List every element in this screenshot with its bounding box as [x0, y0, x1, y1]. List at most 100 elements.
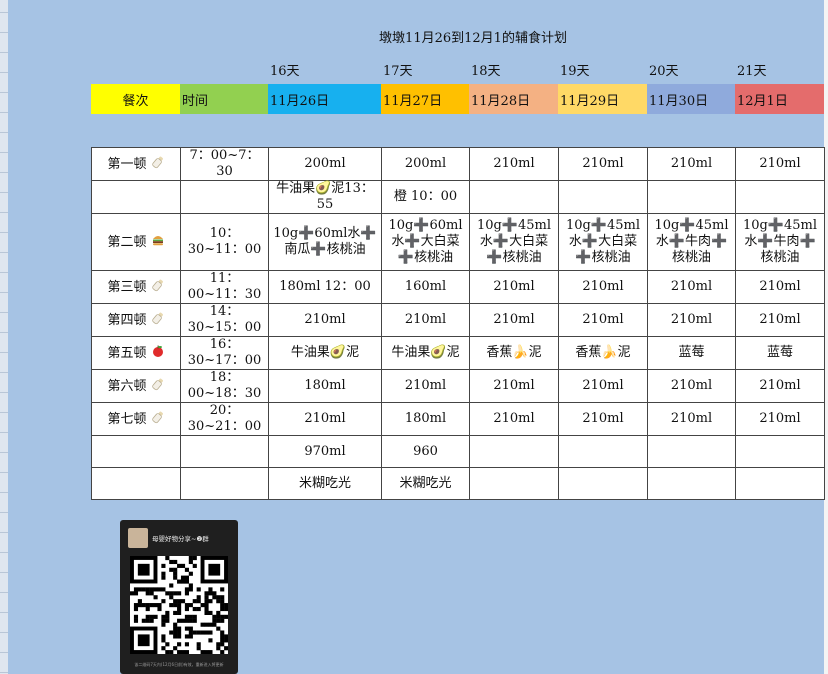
plan-cell[interactable]: 210ml — [558, 303, 648, 337]
plan-cell[interactable]: 210ml — [735, 303, 825, 337]
plan-cell[interactable]: 210ml — [735, 147, 825, 181]
plan-cell[interactable]: 10g➕45ml水➕牛肉➕核桃油 — [735, 213, 825, 271]
plan-cell[interactable]: 210ml — [558, 369, 648, 403]
time-cell[interactable]: 10：30~11：00 — [180, 213, 269, 271]
plan-cell[interactable] — [647, 435, 736, 468]
day-count-5: 20天 — [649, 64, 679, 79]
meal-cell[interactable]: 第二顿 — [91, 213, 181, 271]
plan-cell[interactable] — [469, 467, 559, 500]
plan-cell[interactable]: 米糊吃光 — [381, 467, 470, 500]
plan-cell[interactable]: 210ml — [469, 147, 559, 181]
burger-icon — [151, 233, 165, 252]
plan-cell[interactable] — [735, 180, 825, 214]
plan-cell[interactable]: 210ml — [268, 303, 382, 337]
meal-cell[interactable]: 第七顿 — [91, 402, 181, 436]
meal-cell[interactable]: 第一顿 — [91, 147, 181, 181]
group-avatar — [128, 528, 148, 548]
group-name: 母婴好物分享~❷群 — [152, 535, 209, 543]
plan-cell[interactable]: 180ml — [268, 369, 382, 403]
time-cell[interactable]: 11：00~11：30 — [180, 270, 269, 304]
plan-cell[interactable]: 180ml — [381, 402, 470, 436]
meal-cell[interactable] — [91, 467, 181, 500]
time-cell[interactable] — [180, 180, 269, 214]
time-cell[interactable] — [180, 467, 269, 500]
plan-cell[interactable]: 香蕉🍌泥 — [558, 336, 648, 370]
plan-cell[interactable]: 10g➕60ml水➕南瓜➕核桃油 — [268, 213, 382, 271]
plan-cell[interactable]: 10g➕60ml水➕大白菜➕核桃油 — [381, 213, 470, 271]
plan-cell[interactable]: 210ml — [647, 369, 736, 403]
plan-cell[interactable]: 960 — [381, 435, 470, 468]
plan-cell[interactable]: 210ml — [381, 369, 470, 403]
plan-cell[interactable]: 210ml — [735, 369, 825, 403]
plan-cell[interactable]: 160ml — [381, 270, 470, 304]
plan-cell[interactable] — [558, 180, 648, 214]
meal-cell[interactable]: 第五顿 — [91, 336, 181, 370]
time-cell[interactable] — [180, 435, 269, 468]
plan-cell[interactable]: 210ml — [381, 303, 470, 337]
plan-cell[interactable] — [558, 467, 648, 500]
plan-cell[interactable]: 210ml — [558, 147, 648, 181]
plan-cell[interactable]: 牛油果🥑泥 — [381, 336, 470, 370]
header-date-5: 11月30日 — [647, 84, 735, 114]
plan-cell[interactable]: 180ml 12：00 — [268, 270, 382, 304]
plan-cell[interactable] — [558, 435, 648, 468]
time-cell[interactable]: 7：00~7：30 — [180, 147, 269, 181]
bottle-icon — [151, 278, 165, 297]
header-date-4: 11月29日 — [558, 84, 647, 114]
meal-cell[interactable]: 第三顿 — [91, 270, 181, 304]
header-meal: 餐次 — [91, 84, 180, 114]
table-row: 第二顿 10：30~11：00 10g➕60ml水➕南瓜➕核桃油 10g➕60ml水➕… — [91, 213, 825, 271]
plan-cell[interactable]: 香蕉🍌泥 — [469, 336, 559, 370]
plan-cell[interactable]: 200ml — [268, 147, 382, 181]
table-row: 第一顿 7：00~7：30 200ml 200ml 210ml 210ml 210ml 210… — [91, 147, 825, 181]
table-row: 第五顿 16：30~17：00 牛油果🥑泥 牛油果🥑泥 香蕉🍌泥 香蕉🍌泥 蓝莓 蓝莓 — [91, 336, 825, 370]
plan-cell[interactable]: 米糊吃光 — [268, 467, 382, 500]
header-date-3: 11月28日 — [469, 84, 558, 114]
header-date-1: 11月26日 — [268, 84, 381, 114]
plan-cell[interactable]: 10g➕45ml水➕大白菜➕核桃油 — [558, 213, 648, 271]
qr-code[interactable] — [130, 556, 229, 655]
meal-cell[interactable] — [91, 180, 181, 214]
time-cell[interactable]: 20：30~21：00 — [180, 402, 269, 436]
plan-cell[interactable]: 210ml — [268, 402, 382, 436]
table-row: 米糊吃光 米糊吃光 — [91, 467, 825, 500]
meal-cell[interactable] — [91, 435, 181, 468]
plan-cell[interactable]: 210ml — [558, 402, 648, 436]
time-cell[interactable]: 16：30~17：00 — [180, 336, 269, 370]
table-row: 第三顿 11：00~11：30 180ml 12：00 160ml 210ml 210ml… — [91, 270, 825, 304]
plan-cell[interactable]: 10g➕45ml水➕大白菜➕核桃油 — [469, 213, 559, 271]
plan-cell[interactable] — [735, 467, 825, 500]
plan-cell[interactable]: 210ml — [469, 270, 559, 304]
plan-cell[interactable]: 蓝莓 — [647, 336, 736, 370]
plan-cell[interactable]: 200ml — [381, 147, 470, 181]
plan-cell[interactable]: 210ml — [469, 303, 559, 337]
plan-cell[interactable]: 210ml — [647, 402, 736, 436]
bottle-icon — [151, 311, 165, 330]
time-cell[interactable]: 14：30~15：00 — [180, 303, 269, 337]
plan-cell[interactable] — [469, 435, 559, 468]
plan-cell[interactable] — [735, 435, 825, 468]
day-count-3: 18天 — [471, 64, 501, 79]
bottle-icon — [151, 410, 165, 429]
plan-cell[interactable] — [469, 180, 559, 214]
meal-cell[interactable]: 第四顿 — [91, 303, 181, 337]
plan-cell[interactable]: 210ml — [647, 303, 736, 337]
plan-cell[interactable]: 210ml — [558, 270, 648, 304]
meal-cell[interactable]: 第六顿 — [91, 369, 181, 403]
plan-cell[interactable]: 210ml — [735, 402, 825, 436]
plan-cell[interactable]: 970ml — [268, 435, 382, 468]
plan-cell[interactable]: 210ml — [735, 270, 825, 304]
day-count-6: 21天 — [737, 64, 767, 79]
plan-cell[interactable]: 210ml — [647, 147, 736, 181]
plan-cell[interactable]: 210ml — [469, 402, 559, 436]
plan-cell[interactable]: 牛油果🥑泥 — [268, 336, 382, 370]
plan-cell[interactable]: 10g➕45ml水➕牛肉➕核桃油 — [647, 213, 736, 271]
plan-cell[interactable]: 蓝莓 — [735, 336, 825, 370]
plan-cell[interactable]: 210ml — [469, 369, 559, 403]
time-cell[interactable]: 18：00~18：30 — [180, 369, 269, 403]
plan-cell[interactable]: 牛油果🥑泥13：55 — [268, 180, 382, 214]
plan-cell[interactable]: 橙 10：00 — [381, 180, 470, 214]
plan-cell[interactable] — [647, 467, 736, 500]
plan-cell[interactable] — [647, 180, 736, 214]
plan-cell[interactable]: 210ml — [647, 270, 736, 304]
